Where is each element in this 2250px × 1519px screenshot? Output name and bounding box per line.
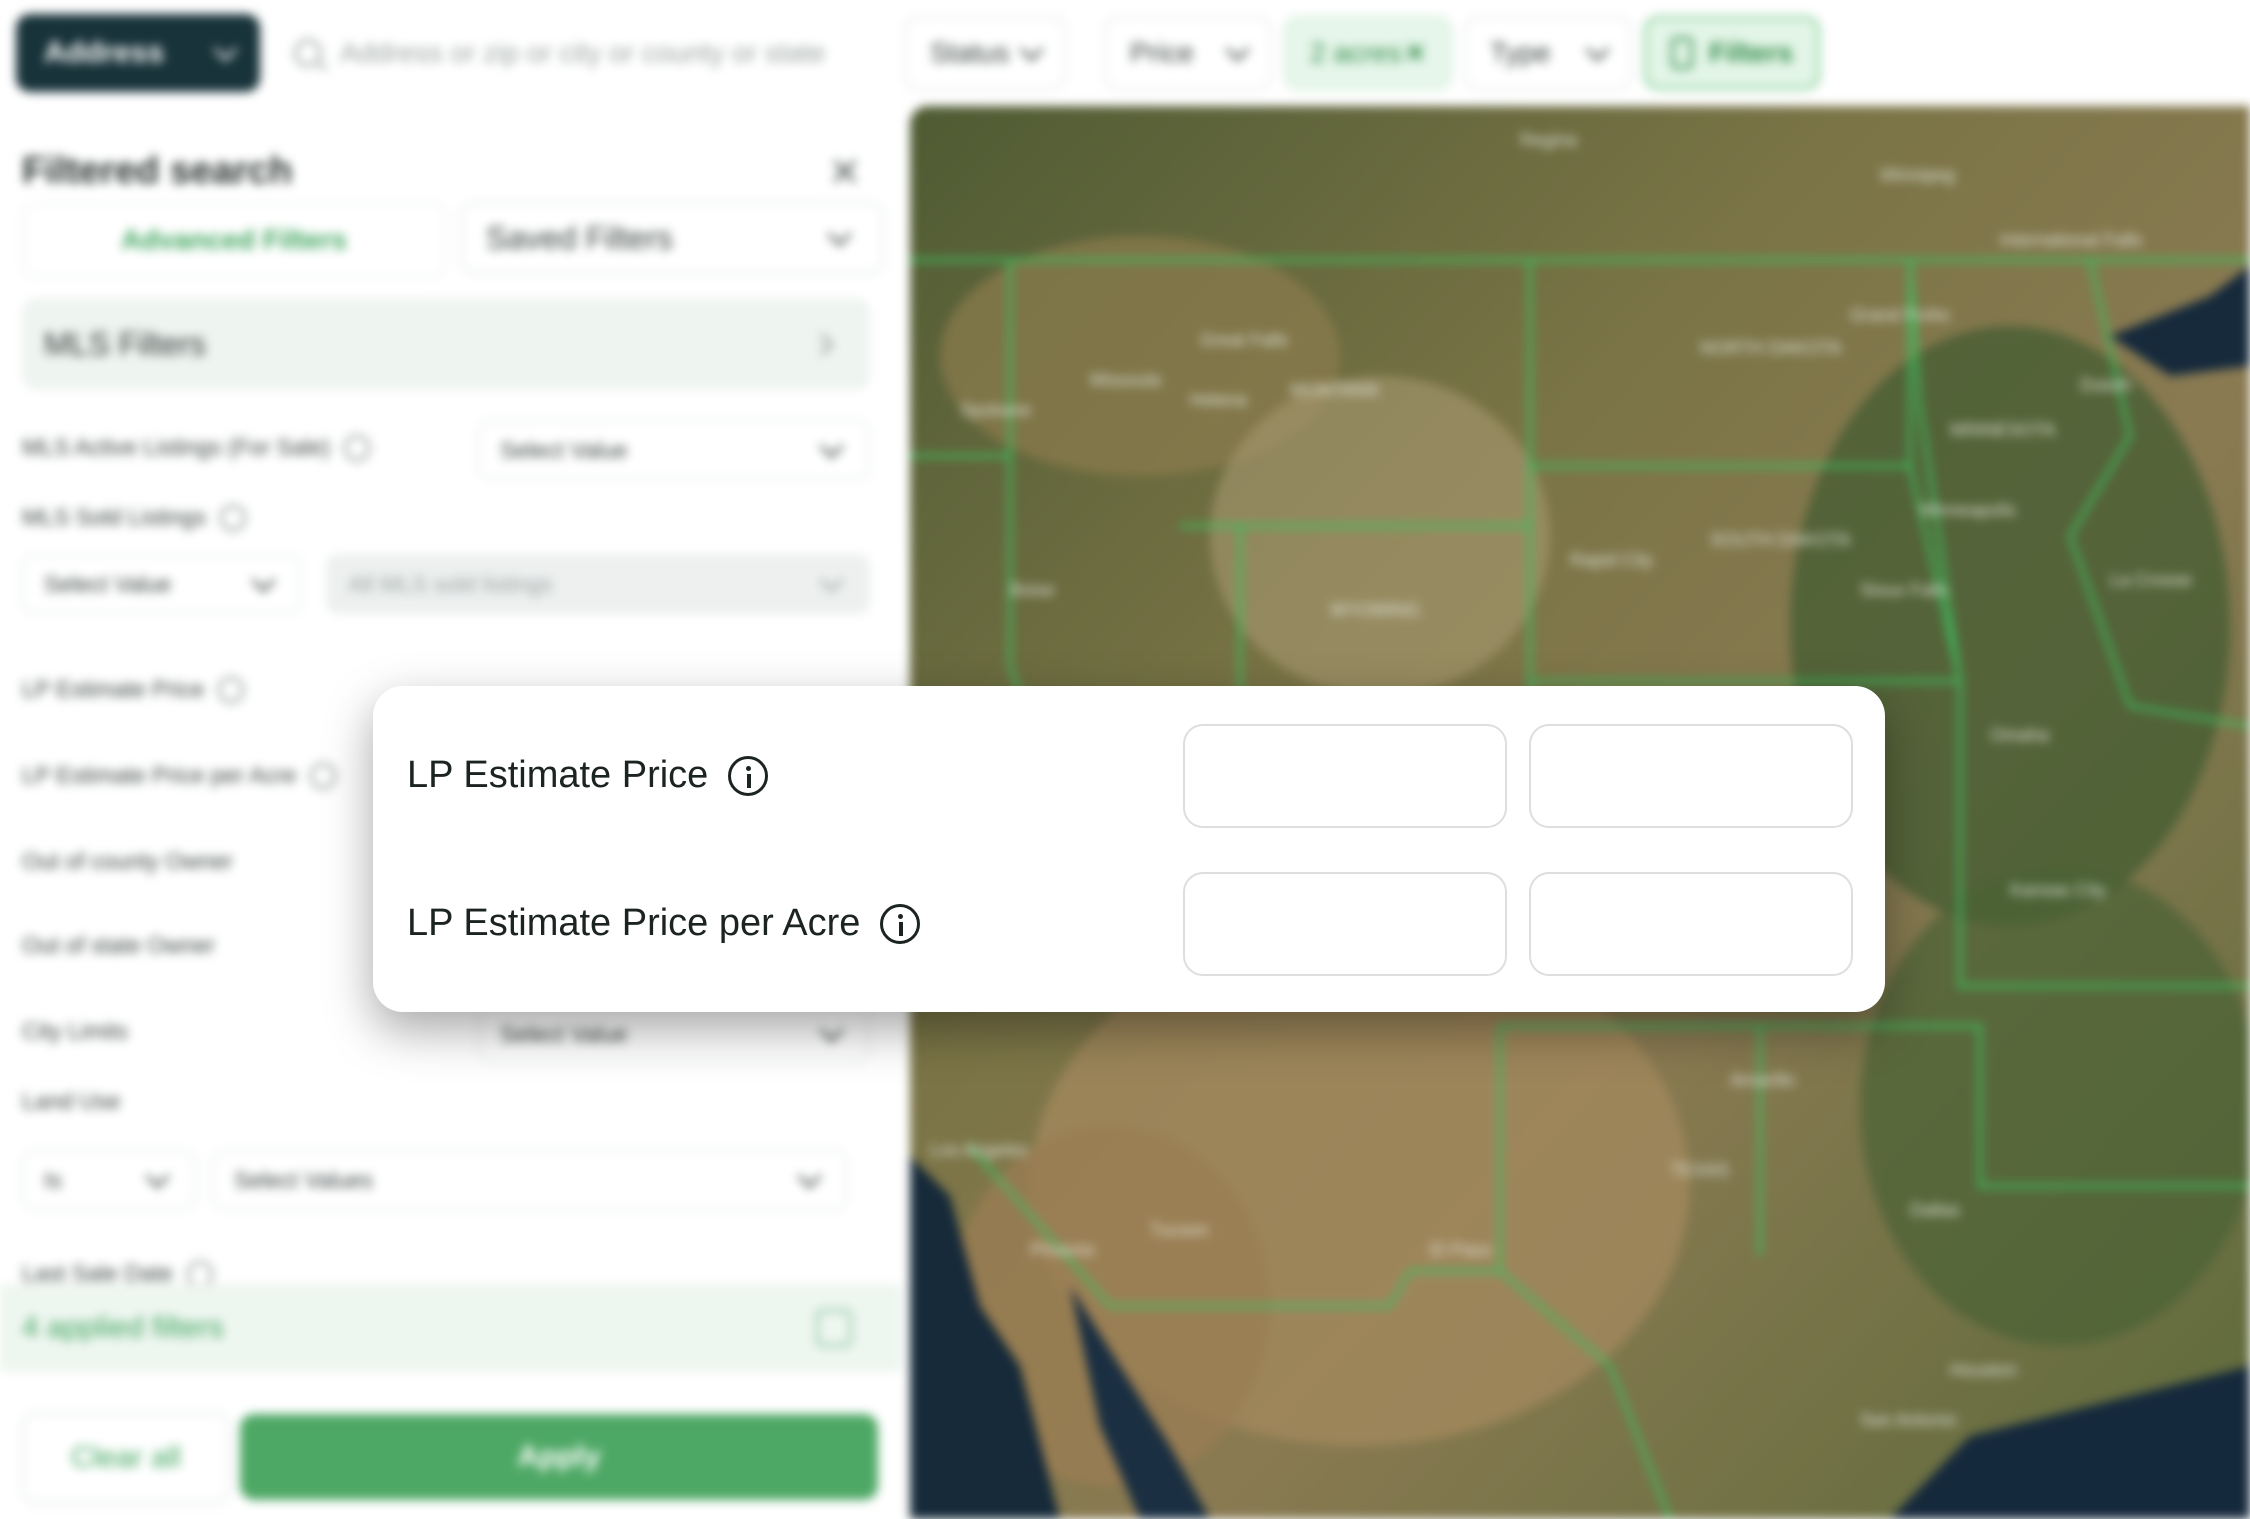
status-pill-label: Status bbox=[930, 37, 1010, 68]
row-label-text: Out of county Owner bbox=[22, 848, 233, 874]
applied-filters-count: 4 applied filters bbox=[22, 1311, 224, 1344]
status-filter-pill[interactable]: Status bbox=[904, 16, 1066, 90]
map-label: TEXAS bbox=[1670, 1160, 1729, 1180]
map-label: Duluth bbox=[2080, 375, 2132, 395]
map-label: Winnipeg bbox=[1880, 165, 1955, 185]
chevron-down-icon bbox=[1225, 36, 1250, 62]
chevron-down-icon bbox=[819, 1017, 844, 1043]
info-icon[interactable] bbox=[728, 755, 769, 796]
lp-estimate-price-label: LP Estimate Price bbox=[407, 754, 709, 796]
price-filter-pill[interactable]: Price bbox=[1104, 16, 1272, 90]
lp-estimate-price-min-input[interactable] bbox=[1183, 724, 1507, 828]
chevron-down-icon bbox=[797, 1163, 822, 1189]
filters-button[interactable]: Filters bbox=[1644, 16, 1820, 90]
row-label-text: Last Sale Date bbox=[22, 1260, 173, 1286]
chevron-down-icon bbox=[1019, 36, 1044, 62]
terrain-patch bbox=[1210, 376, 1550, 696]
select-value-text: Select Values bbox=[234, 1166, 373, 1193]
map-label: SOUTH DAKOTA bbox=[1710, 530, 1851, 550]
clear-all-button[interactable]: Clear all bbox=[22, 1412, 230, 1504]
map-label: Los Angeles bbox=[930, 1140, 1028, 1160]
row-label-text: Land Use bbox=[22, 1088, 121, 1114]
map-label: Tucson bbox=[1150, 1220, 1208, 1240]
saved-filters-dropdown[interactable]: Saved Filters bbox=[460, 202, 884, 274]
map-label: Kansas City bbox=[2010, 880, 2106, 900]
map-label: Sioux Falls bbox=[1860, 580, 1948, 600]
type-filter-pill[interactable]: Type bbox=[1464, 16, 1632, 90]
select-value-text: Select Value bbox=[500, 1020, 628, 1047]
lp-estimate-price-acre-min-input[interactable] bbox=[1183, 872, 1507, 976]
map-label: International Falls bbox=[2000, 230, 2142, 250]
city-limits-label: City Limits bbox=[22, 1018, 128, 1045]
mls-active-select[interactable]: Select Value bbox=[478, 420, 870, 480]
row-label-text: City Limits bbox=[22, 1018, 129, 1044]
select-value-text: Is bbox=[44, 1166, 62, 1193]
acres-pill-label: 2 acres bbox=[1310, 37, 1402, 68]
lp-estimate-price-acre-row: LP Estimate Price per Acre bbox=[407, 902, 921, 945]
map-label: Boise bbox=[1010, 580, 1055, 600]
map-label: Minneapolis bbox=[1920, 500, 2016, 520]
map-label: La Crosse bbox=[2110, 570, 2192, 590]
last-sale-date-label: Last Sale Date bbox=[22, 1260, 213, 1287]
callout-pointer bbox=[262, 690, 374, 750]
chevron-down-icon bbox=[819, 567, 844, 593]
lp-estimate-callout: LP Estimate Price LP Estimate Price per … bbox=[373, 686, 1885, 1012]
map-label: San Antonio bbox=[1860, 1410, 1957, 1430]
search-placeholder: Address or zip or city or county or stat… bbox=[340, 37, 826, 68]
saved-filters-label: Saved Filters bbox=[486, 219, 673, 256]
chevron-down-icon bbox=[819, 433, 844, 459]
map-label: MONTANA bbox=[1290, 380, 1379, 400]
forest-area bbox=[1860, 866, 2250, 1346]
select-value-text: Select Value bbox=[500, 436, 628, 463]
map-label: Houston bbox=[1950, 1360, 2017, 1380]
land-use-label: Land Use bbox=[22, 1088, 120, 1115]
map-label: MINNESOTA bbox=[1950, 420, 2056, 440]
lp-estimate-price-acre-label: LP Estimate Price per Acre bbox=[407, 902, 861, 944]
info-icon[interactable] bbox=[880, 903, 921, 944]
map-label: WYOMING bbox=[1330, 600, 1420, 620]
city-limits-select[interactable]: Select Value bbox=[478, 1004, 870, 1064]
map-label: Omaha bbox=[1990, 725, 2050, 745]
mls-sold-scope-select[interactable]: All MLS sold listings bbox=[326, 554, 870, 614]
filter-icon bbox=[1671, 37, 1693, 69]
chevron-right-icon bbox=[811, 333, 834, 355]
map-label: Great Falls bbox=[1200, 330, 1288, 350]
chevron-down-icon bbox=[1585, 36, 1610, 62]
map-label: El Paso bbox=[1430, 1240, 1492, 1260]
out-of-state-owner-label: Out of state Owner bbox=[22, 932, 215, 959]
chevron-down-icon bbox=[827, 221, 852, 247]
map-label: Regina bbox=[1520, 130, 1578, 150]
out-of-county-owner-label: Out of county Owner bbox=[22, 848, 233, 875]
map-label: Helena bbox=[1190, 390, 1248, 410]
row-label-text: Out of state Owner bbox=[22, 932, 216, 958]
map-label: Dallas bbox=[1910, 1200, 1960, 1220]
lp-estimate-price-acre-max-input[interactable] bbox=[1529, 872, 1853, 976]
apply-button[interactable]: Apply bbox=[240, 1414, 878, 1500]
map-label: Rapid City bbox=[1570, 550, 1653, 570]
map-label: Grand Forks bbox=[1850, 305, 1950, 325]
acres-filter-pill[interactable]: 2 acres ✕ bbox=[1284, 16, 1452, 90]
map-label: Amarillo bbox=[1730, 1070, 1795, 1090]
trash-icon[interactable] bbox=[816, 1309, 852, 1347]
map-label: Phoenix bbox=[1030, 1240, 1095, 1260]
close-icon[interactable]: ✕ bbox=[828, 150, 862, 196]
map-label: Missoula bbox=[1090, 370, 1162, 390]
lp-estimate-price-row: LP Estimate Price bbox=[407, 754, 769, 797]
land-use-operator-select[interactable]: Is bbox=[22, 1150, 196, 1210]
applied-filters-bar: 4 applied filters bbox=[0, 1284, 902, 1372]
callout-pointer-shape bbox=[262, 690, 374, 750]
map-label: Spokane bbox=[960, 400, 1031, 420]
map-label: NORTH DAKOTA bbox=[1700, 338, 1841, 358]
close-icon[interactable]: ✕ bbox=[1404, 38, 1426, 69]
filters-button-label: Filters bbox=[1708, 37, 1793, 68]
price-pill-label: Price bbox=[1130, 37, 1194, 68]
info-icon[interactable] bbox=[186, 1260, 213, 1287]
type-pill-label: Type bbox=[1490, 37, 1551, 68]
lp-estimate-price-max-input[interactable] bbox=[1529, 724, 1853, 828]
land-use-values-select[interactable]: Select Values bbox=[212, 1150, 848, 1210]
chevron-down-icon bbox=[145, 1163, 170, 1189]
